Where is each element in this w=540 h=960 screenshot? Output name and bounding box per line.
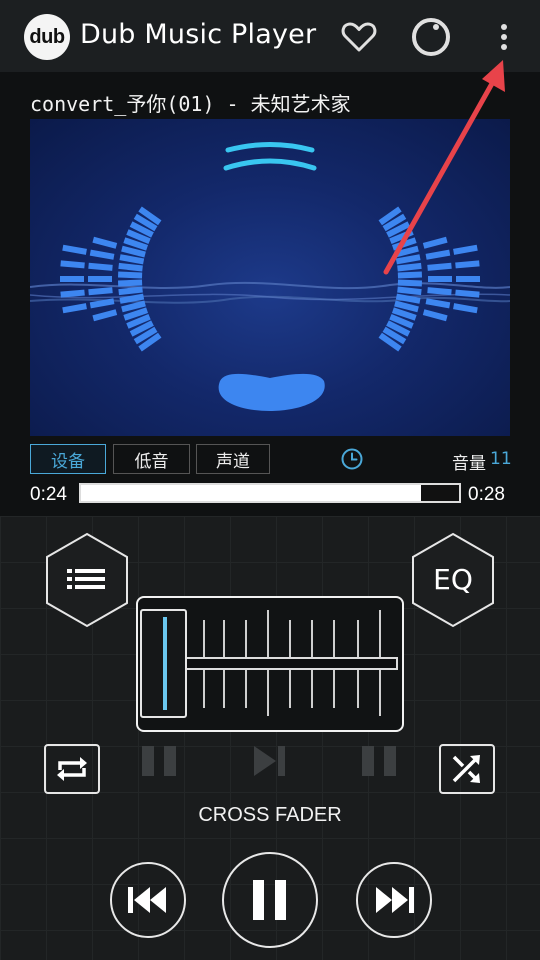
app-bar: dub Dub Music Player — [0, 0, 540, 72]
tab-channel[interactable]: 声道 — [196, 444, 270, 474]
eq-bar — [89, 249, 115, 260]
eq-bar — [60, 289, 85, 298]
eq-bar — [422, 236, 448, 249]
pause-icon — [362, 746, 396, 776]
wave-line — [30, 281, 510, 290]
tab-bass[interactable]: 低音 — [113, 444, 190, 474]
audio-visualizer[interactable] — [30, 119, 510, 436]
eq-bar — [456, 276, 480, 282]
eq-bar — [88, 287, 113, 296]
seek-bar[interactable] — [79, 483, 461, 503]
eq-bar — [453, 244, 478, 255]
eq-bar — [397, 262, 422, 272]
eq-bar — [117, 279, 143, 287]
favorite-button[interactable] — [336, 14, 382, 60]
clock-icon — [341, 448, 363, 470]
volume-value: 11 — [490, 449, 512, 469]
eq-bar — [397, 271, 423, 279]
volume-label: 音量 — [452, 454, 486, 474]
eq-bar — [62, 244, 87, 255]
eq-bar — [455, 260, 480, 269]
tab-device[interactable]: 设备 — [30, 444, 106, 474]
play-pause-button[interactable] — [222, 852, 318, 948]
skip-previous-icon — [128, 887, 166, 913]
next-button[interactable] — [356, 862, 432, 938]
eq-bar — [428, 276, 452, 282]
playlist-hex — [46, 532, 128, 628]
eq-bar — [88, 276, 112, 282]
circle-icon — [412, 18, 450, 56]
eq-bar — [397, 279, 423, 287]
skip-next-icon — [376, 887, 414, 913]
eq-bar — [62, 303, 87, 314]
eq-bar — [92, 309, 118, 322]
top-arc — [225, 142, 315, 153]
eq-bar — [425, 298, 451, 309]
pause-icon — [142, 746, 176, 776]
track-title: convert_予你(01) - 未知艺术家 — [30, 92, 351, 116]
eq-bar — [118, 286, 143, 296]
repeat-button[interactable] — [44, 744, 100, 794]
eq-bar — [427, 287, 452, 296]
visualizer-graphic — [30, 142, 510, 411]
sleep-timer-button[interactable] — [340, 447, 364, 471]
pause-icon — [253, 880, 286, 920]
eq-bar — [60, 276, 84, 282]
eq-bar — [453, 303, 478, 314]
eq-bar — [427, 262, 452, 271]
overflow-menu-button[interactable] — [486, 14, 522, 60]
elapsed-time: 0:24 — [30, 484, 67, 505]
seek-bar-fill — [81, 485, 422, 501]
deck-a-pause-button[interactable] — [142, 746, 178, 781]
eq-bar — [92, 236, 118, 249]
eq-bar — [117, 271, 143, 279]
playlist-button[interactable] — [44, 532, 130, 628]
eq-bar — [455, 289, 480, 298]
heart-icon — [341, 22, 377, 52]
eq-bar — [60, 260, 85, 269]
equalizer-label: EQ — [433, 563, 473, 596]
shuffle-button[interactable] — [439, 744, 495, 794]
crossfader-knob-indicator — [163, 617, 167, 710]
bottom-blob — [218, 373, 325, 411]
app-title: Dub Music Player — [80, 19, 317, 50]
repeat-icon — [57, 757, 87, 781]
crossfader-track — [180, 657, 398, 670]
total-time: 0:28 — [468, 484, 505, 505]
eq-bar — [422, 309, 448, 322]
visualizer-toggle-button[interactable] — [408, 14, 454, 60]
eq-bar — [397, 286, 422, 296]
deck-b-pause-button[interactable] — [362, 746, 398, 781]
top-arc — [223, 158, 317, 171]
deck-next-button[interactable] — [254, 746, 286, 781]
crossfader-knob[interactable] — [140, 609, 187, 718]
previous-button[interactable] — [110, 862, 186, 938]
eq-bar — [425, 249, 451, 260]
eq-bar — [88, 262, 113, 271]
shuffle-icon — [452, 755, 480, 783]
more-vert-icon — [501, 24, 507, 50]
dub-logo: dub — [24, 14, 70, 60]
crossfader-label: CROSS FADER — [198, 804, 342, 826]
skip-next-icon — [254, 746, 285, 776]
eq-bar — [118, 262, 143, 272]
